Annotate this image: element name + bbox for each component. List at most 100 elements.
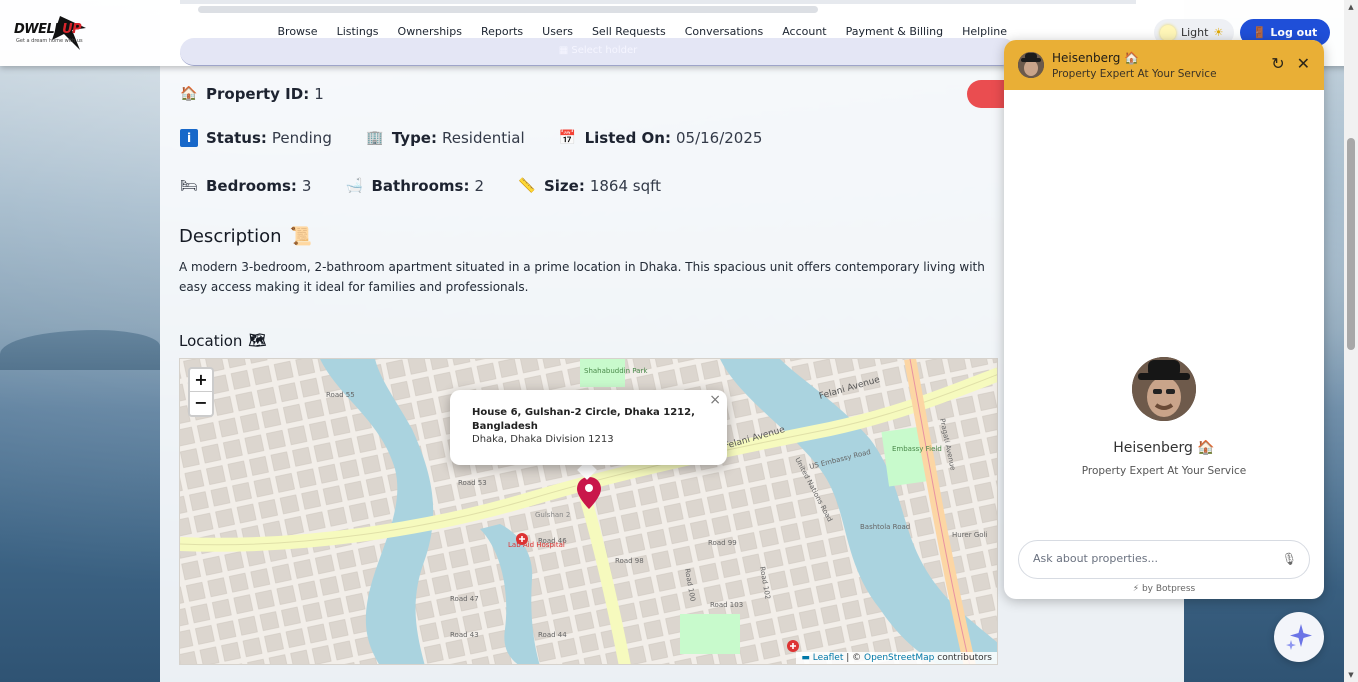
label-embassy-field: Embassy Field (892, 445, 942, 453)
chat-header: Heisenberg 🏠 Property Expert At Your Ser… (1004, 40, 1324, 90)
logo-wordmark: DWELLUP (14, 22, 82, 37)
popup-address: House 6, Gulshan-2 Circle, Dhaka 1212, B… (472, 407, 695, 432)
close-icon[interactable]: ✕ (1297, 54, 1310, 73)
leaflet-link[interactable]: Leaflet (813, 653, 844, 663)
flag-icon: ▬ (801, 653, 810, 663)
map-icon: 🗺 (248, 333, 267, 349)
map-popup: × House 6, Gulshan-2 Circle, Dhaka 1212,… (450, 390, 727, 465)
label-road-103: Road 103 (710, 601, 743, 609)
bedrooms-value: 3 (301, 177, 312, 195)
nav-links: Browse Listings Ownerships Reports Users… (268, 25, 1017, 38)
nav-users[interactable]: Users (533, 25, 583, 38)
scrollbar-thumb[interactable] (1347, 138, 1355, 350)
calendar-icon: ▦ (558, 45, 572, 56)
nav-payment-billing[interactable]: Payment & Billing (836, 25, 952, 38)
bolt-icon: ⚡ (1132, 584, 1140, 594)
bathrooms-value: 2 (474, 177, 484, 195)
label-shahabuddin-park: Shahabuddin Park (584, 367, 648, 375)
calendar-icon: 📅 (558, 130, 577, 146)
hospital-icon (516, 533, 528, 545)
nav-helpline[interactable]: Helpline (953, 25, 1017, 38)
label-road-43: Road 43 (450, 631, 479, 639)
location-map[interactable]: Felani Avenue Felani Avenue Road 55 Road… (179, 358, 998, 665)
chat-widget: Heisenberg 🏠 Property Expert At Your Ser… (1004, 40, 1324, 599)
chat-actions: ↻ ✕ (1271, 54, 1310, 73)
bot-description: Property Expert At Your Service (1081, 465, 1247, 477)
scroll-icon: 📜 (289, 226, 312, 247)
bot-avatar-small (1018, 52, 1044, 78)
scroll-down-arrow[interactable]: ▼ (1347, 671, 1355, 679)
close-icon[interactable]: × (709, 392, 721, 408)
listed-label: Listed On: (584, 129, 671, 147)
bot-avatar-large (1132, 357, 1196, 421)
microphone-icon[interactable]: 🎙 (1282, 552, 1297, 566)
sun-icon: ☀ (1213, 26, 1224, 39)
map-attribution: ▬ Leaflet | © OpenStreetMap contributors (796, 652, 997, 664)
nav-browse[interactable]: Browse (268, 25, 327, 38)
size-value: 1864 sqft (589, 177, 662, 195)
info-icon: i (180, 129, 198, 147)
powered-by[interactable]: ⚡ by Botpress (1004, 584, 1324, 594)
property-id-label: Property ID: (206, 85, 310, 103)
nav-scroll-thumb[interactable] (198, 6, 818, 13)
label-bashtola-road: Bashtola Road (860, 523, 910, 531)
type-label: Type: (391, 129, 437, 147)
logo-tagline: Get a dream home with us (16, 38, 83, 44)
label-road-98: Road 98 (615, 557, 644, 565)
nav-scroll-track (180, 0, 1136, 13)
description-text: A modern 3-bedroom, 2-bathroom apartment… (179, 260, 985, 294)
chat-title: Heisenberg 🏠 (1052, 50, 1140, 65)
chat-subtitle: Property Expert At Your Service (1052, 67, 1217, 80)
chat-input[interactable]: Ask about properties... 🎙 (1018, 540, 1310, 579)
property-id-row: 🏠 Property ID: 1 (180, 85, 358, 103)
dwellup-logo[interactable]: DWELLUP Get a dream home with us (14, 14, 88, 52)
ruler-icon: 📏 (518, 178, 536, 194)
status-value: Pending (271, 129, 332, 147)
nav-listings[interactable]: Listings (327, 25, 388, 38)
bathrooms-label: Bathrooms: (371, 177, 470, 195)
nav-sell-requests[interactable]: Sell Requests (582, 25, 675, 38)
zoom-controls: + − (188, 367, 214, 417)
label-road-44: Road 44 (538, 631, 567, 639)
property-id-value: 1 (314, 85, 324, 103)
toggle-knob (1160, 24, 1176, 41)
select-holder-dropdown[interactable]: ▦ Select holder (180, 38, 1016, 66)
bedrooms-label: Bedrooms: (206, 177, 297, 195)
door-icon: 🚪 (1252, 26, 1267, 39)
page-scrollbar[interactable]: ▲ ▼ (1344, 0, 1358, 682)
property-meta-row: i Status: Pending 🏢 Type: Residential 📅 … (180, 129, 796, 147)
popup-city: Dhaka, Dhaka Division 1213 (472, 434, 614, 445)
label-lab-aid: Lab Aid Hospital (508, 541, 565, 549)
chat-header-text: Heisenberg 🏠 Property Expert At Your Ser… (1052, 51, 1217, 80)
attribution-text: contributors (937, 653, 992, 663)
zoom-in-button[interactable]: + (190, 369, 212, 392)
nav-account[interactable]: Account (773, 25, 836, 38)
bed-icon: 🛏 (180, 178, 198, 194)
osm-link[interactable]: OpenStreetMap (864, 653, 934, 663)
description-title: Description (179, 226, 282, 247)
status-label: Status: (206, 129, 267, 147)
label-road-99: Road 99 (708, 539, 737, 547)
listed-value: 05/16/2025 (675, 129, 763, 147)
label-road-55: Road 55 (326, 391, 355, 399)
label-road-53: Road 53 (458, 479, 487, 487)
nav-reports[interactable]: Reports (471, 25, 532, 38)
zoom-out-button[interactable]: − (190, 392, 212, 415)
type-value: Residential (441, 129, 525, 147)
bathtub-icon: 🛁 (345, 178, 364, 194)
location-heading: Location 🗺 (179, 332, 266, 350)
sparkle-icon (1286, 624, 1312, 650)
nav-conversations[interactable]: Conversations (675, 25, 772, 38)
label-road-47: Road 47 (450, 595, 479, 603)
chat-launcher-button[interactable] (1274, 612, 1324, 662)
hospital-icon-2 (787, 640, 799, 652)
scroll-up-arrow[interactable]: ▲ (1347, 3, 1355, 11)
refresh-icon[interactable]: ↻ (1271, 54, 1284, 73)
label-hurer-goli: Hurer Goli (952, 531, 987, 539)
nav-ownerships[interactable]: Ownerships (388, 25, 471, 38)
building-icon: 🏢 (366, 130, 384, 146)
house-icon: 🏠 (180, 86, 198, 102)
theme-label: Light (1181, 26, 1209, 39)
bot-name: Heisenberg 🏠 (1113, 440, 1215, 456)
property-size-row: 🛏 Bedrooms: 3 🛁 Bathrooms: 2 📏 Size: 186… (180, 177, 695, 195)
